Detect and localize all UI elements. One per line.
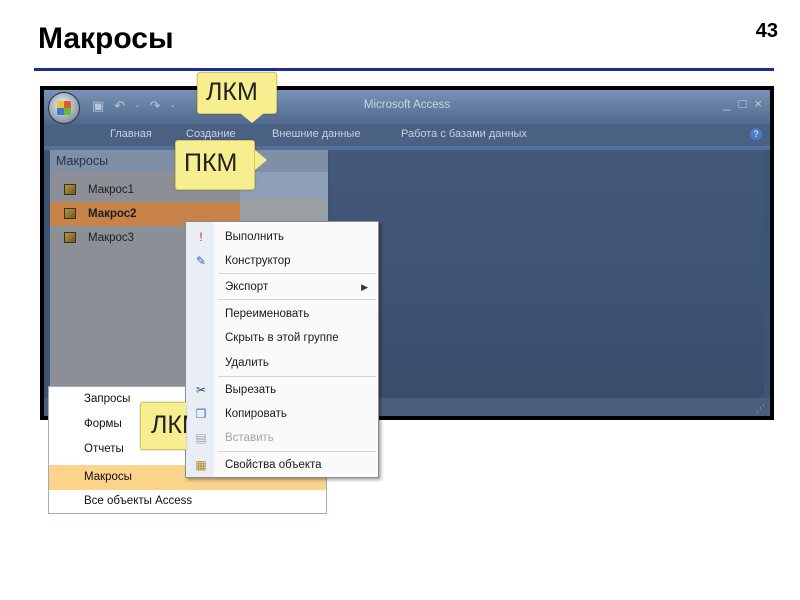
menu-item-label: Копировать — [225, 408, 287, 420]
menu-item-label: Экспорт — [225, 281, 269, 293]
window-title: Microsoft Access — [363, 99, 451, 111]
menu-item-delete[interactable]: Удалить — [186, 352, 378, 374]
macro-icon — [64, 208, 76, 219]
menu-item-rename[interactable]: Переименовать — [186, 303, 378, 325]
macro-icon — [64, 184, 76, 195]
properties-icon: ▦ — [195, 458, 207, 472]
menu-item-label: Скрыть в этой группе — [225, 332, 339, 344]
menu-item-hide-in-group[interactable]: Скрыть в этой группе — [186, 327, 378, 349]
tab-create[interactable]: Создание — [186, 128, 236, 140]
access-window: ▣ ↶ · ↷ · Microsoft Access _ □ × Главная… — [40, 86, 774, 420]
callout-text: ЛКМ — [151, 411, 187, 439]
callout-text: ЛКМ — [206, 78, 258, 106]
menu-item-label: Вставить — [225, 432, 274, 444]
menu-item-cut[interactable]: ✂ Вырезать — [186, 379, 378, 401]
title-divider — [34, 68, 774, 71]
resize-grip-icon[interactable]: ⋰ — [756, 403, 766, 413]
nav-item-label: Макрос1 — [88, 184, 135, 196]
callout-lkm-bottom: ЛКМ — [140, 402, 187, 450]
callout-lkm-top: ЛКМ — [197, 72, 277, 114]
help-icon[interactable]: ? — [750, 128, 762, 140]
menu-item-label: Переименовать — [225, 308, 310, 320]
slide-title: Макросы — [38, 22, 174, 55]
tab-external-data[interactable]: Внешние данные — [272, 128, 360, 140]
callout-pkm: ПКМ — [175, 140, 255, 190]
menu-item-label: Конструктор — [225, 255, 291, 267]
menu-item-copy[interactable]: ❐ Копировать — [186, 403, 378, 425]
maximize-icon[interactable]: □ — [739, 96, 747, 111]
run-icon: ! — [199, 230, 203, 244]
category-item-all-objects[interactable]: Все объекты Access — [49, 489, 326, 514]
submenu-arrow-icon: ▶ — [361, 282, 368, 292]
office-logo-icon — [57, 101, 71, 115]
menu-item-label: Вырезать — [225, 384, 277, 396]
nav-item-label: Макрос2 — [88, 208, 137, 220]
callout-text: ПКМ — [184, 149, 238, 177]
copy-icon: ❐ — [195, 407, 207, 421]
callout-pointer — [255, 150, 267, 170]
document-area — [330, 150, 764, 398]
menu-item-design[interactable]: ✎ Конструктор — [186, 250, 378, 272]
macro-icon — [64, 232, 76, 243]
menu-item-export[interactable]: Экспорт ▶ — [186, 276, 378, 298]
scissors-icon: ✂ — [195, 383, 207, 397]
menu-item-label: Выполнить — [225, 231, 285, 243]
office-button[interactable] — [48, 92, 80, 124]
slide-number: 43 — [755, 20, 778, 42]
menu-item-properties[interactable]: ▦ Свойства объекта — [186, 454, 378, 476]
ribbon-tabs: Главная Создание Внешние данные Работа с… — [44, 124, 770, 146]
paste-icon: ▤ — [195, 431, 207, 445]
context-menu: ! Выполнить ✎ Конструктор Экспорт ▶ Пере… — [185, 221, 379, 478]
title-bar: ▣ ↶ · ↷ · Microsoft Access _ □ × — [44, 90, 770, 124]
callout-pointer — [240, 113, 264, 123]
design-icon: ✎ — [195, 254, 207, 268]
tab-database-tools[interactable]: Работа с базами данных — [401, 128, 527, 140]
nav-item-label: Макрос3 — [88, 232, 135, 244]
minimize-icon[interactable]: _ — [723, 96, 730, 111]
tab-home[interactable]: Главная — [110, 128, 152, 140]
menu-item-run[interactable]: ! Выполнить — [186, 226, 378, 248]
menu-item-label: Удалить — [225, 357, 269, 369]
menu-item-label: Свойства объекта — [225, 459, 322, 471]
close-icon[interactable]: × — [754, 96, 762, 111]
menu-item-paste[interactable]: ▤ Вставить — [186, 427, 378, 449]
